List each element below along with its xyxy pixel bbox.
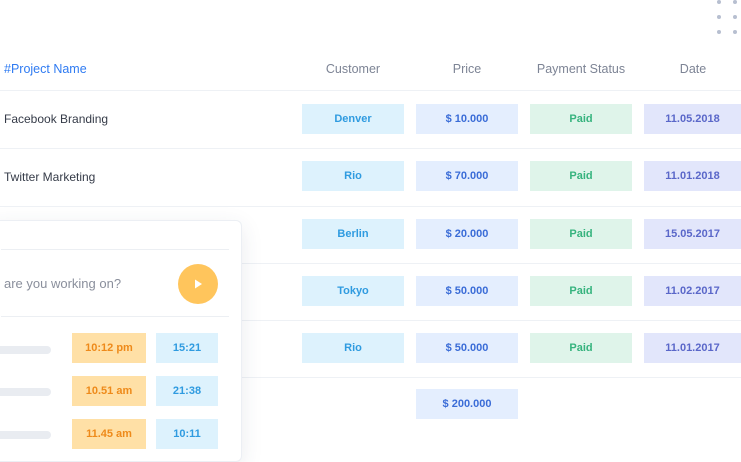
status-badge: Paid bbox=[530, 219, 632, 249]
date-badge: 11.05.2018 bbox=[644, 104, 741, 134]
header-payment-status[interactable]: Payment Status bbox=[537, 62, 625, 76]
duration-badge: 21:38 bbox=[156, 376, 218, 406]
time-tracker-card: are you working on? 10:12 pm 15:21 10.51… bbox=[0, 220, 242, 462]
price-badge: $ 20.000 bbox=[416, 219, 518, 249]
row-divider bbox=[0, 90, 741, 91]
customer-badge: Rio bbox=[302, 333, 404, 363]
row-divider bbox=[0, 148, 741, 149]
start-time-badge: 11.45 am bbox=[72, 419, 146, 449]
project-name: Facebook Branding bbox=[4, 112, 109, 126]
header-price[interactable]: Price bbox=[453, 62, 481, 76]
customer-badge: Tokyo bbox=[302, 276, 404, 306]
date-badge: 11.02.2017 bbox=[644, 276, 741, 306]
price-badge: $ 70.000 bbox=[416, 161, 518, 191]
status-badge: Paid bbox=[530, 161, 632, 191]
duration-badge: 15:21 bbox=[156, 333, 218, 363]
price-badge: $ 50.000 bbox=[416, 276, 518, 306]
header-customer[interactable]: Customer bbox=[326, 62, 380, 76]
progress-bar bbox=[0, 388, 51, 396]
start-time-badge: 10:12 pm bbox=[72, 333, 146, 363]
date-badge: 11.01.2017 bbox=[644, 333, 741, 363]
total-price-badge: $ 200.000 bbox=[416, 389, 518, 419]
play-button[interactable] bbox=[178, 264, 218, 304]
card-divider bbox=[1, 316, 229, 317]
price-badge: $ 50.000 bbox=[416, 333, 518, 363]
duration-badge: 10:11 bbox=[156, 419, 218, 449]
header-project-name[interactable]: #Project Name bbox=[4, 62, 87, 76]
customer-badge: Denver bbox=[302, 104, 404, 134]
progress-bar bbox=[0, 346, 51, 354]
project-name: Twitter Marketing bbox=[4, 170, 96, 184]
status-badge: Paid bbox=[530, 276, 632, 306]
customer-badge: Berlin bbox=[302, 219, 404, 249]
start-time-badge: 10.51 am bbox=[72, 376, 146, 406]
price-badge: $ 10.000 bbox=[416, 104, 518, 134]
play-icon bbox=[195, 279, 202, 289]
row-divider bbox=[0, 206, 741, 207]
task-input[interactable]: are you working on? bbox=[4, 276, 121, 291]
card-divider bbox=[1, 249, 229, 250]
progress-bar bbox=[0, 431, 51, 439]
more-dots-icon[interactable] bbox=[714, 0, 741, 40]
header-date[interactable]: Date bbox=[680, 62, 706, 76]
customer-badge: Rio bbox=[302, 161, 404, 191]
date-badge: 15.05.2017 bbox=[644, 219, 741, 249]
date-badge: 11.01.2018 bbox=[644, 161, 741, 191]
status-badge: Paid bbox=[530, 333, 632, 363]
status-badge: Paid bbox=[530, 104, 632, 134]
